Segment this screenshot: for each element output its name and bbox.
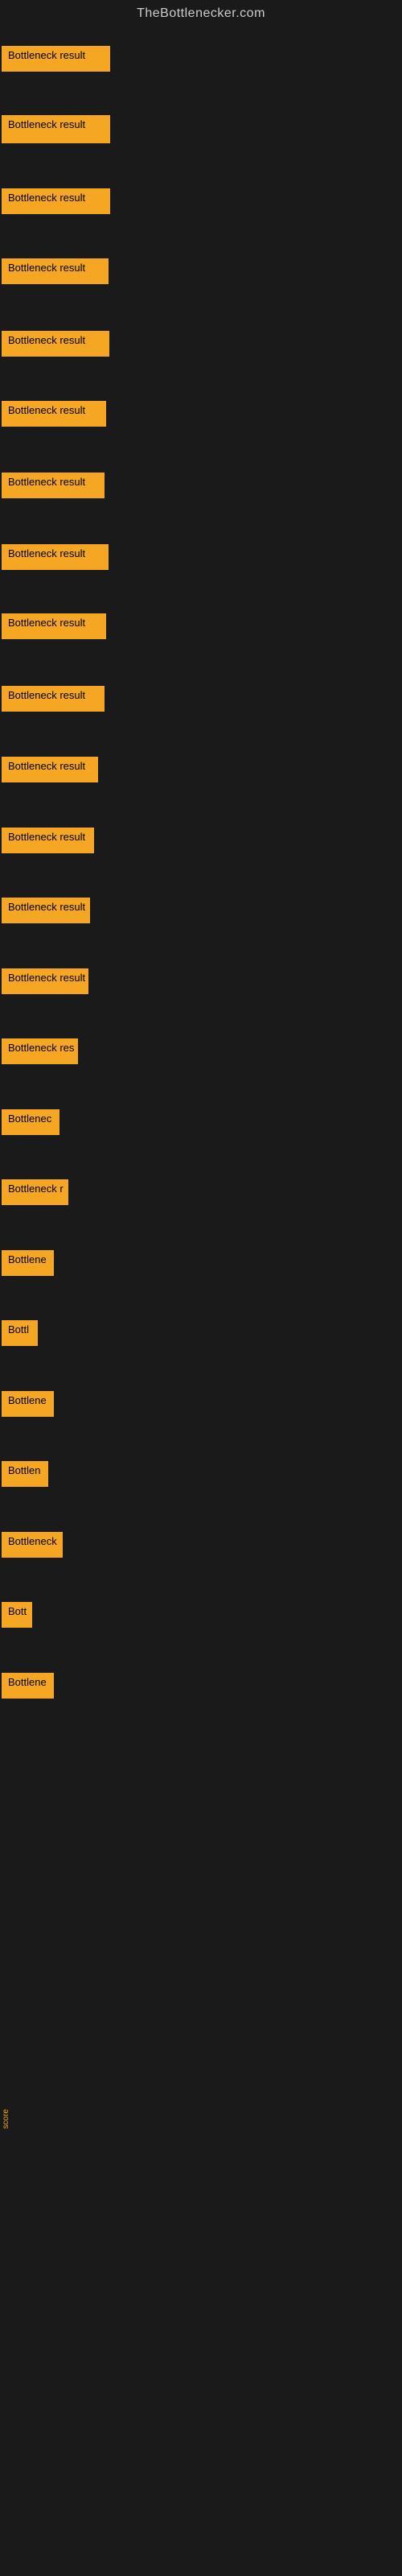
bottleneck-result-4[interactable]: Bottleneck result <box>2 258 109 284</box>
bottleneck-result-11[interactable]: Bottleneck result <box>2 757 98 782</box>
bottleneck-result-20[interactable]: Bottlene <box>2 1391 54 1417</box>
bottleneck-result-8[interactable]: Bottleneck result <box>2 544 109 570</box>
bottleneck-result-15[interactable]: Bottleneck res <box>2 1038 78 1064</box>
bottleneck-result-5[interactable]: Bottleneck result <box>2 331 109 357</box>
bottleneck-result-13[interactable]: Bottleneck result <box>2 898 90 923</box>
bottleneck-result-2[interactable]: Bottleneck result <box>2 115 110 143</box>
bottleneck-result-14[interactable]: Bottleneck result <box>2 968 88 994</box>
bottleneck-result-19[interactable]: Bottl <box>2 1320 38 1346</box>
bottleneck-result-16[interactable]: Bottlenec <box>2 1109 59 1135</box>
bottleneck-result-9[interactable]: Bottleneck result <box>2 613 106 639</box>
bottleneck-result-10[interactable]: Bottleneck result <box>2 686 105 712</box>
bottleneck-result-1[interactable]: Bottleneck result <box>2 46 110 72</box>
bottleneck-result-23[interactable]: Bott <box>2 1602 32 1628</box>
bottleneck-result-7[interactable]: Bottleneck result <box>2 473 105 498</box>
bottleneck-result-6[interactable]: Bottleneck result <box>2 401 106 427</box>
bottleneck-result-12[interactable]: Bottleneck result <box>2 828 94 853</box>
bottleneck-result-24[interactable]: Bottlene <box>2 1673 54 1699</box>
bottleneck-result-22[interactable]: Bottleneck <box>2 1532 63 1558</box>
bottleneck-result-17[interactable]: Bottleneck r <box>2 1179 68 1205</box>
bottleneck-result-18[interactable]: Bottlene <box>2 1250 54 1276</box>
site-title: TheBottlenecker.com <box>0 0 402 27</box>
score-label: score <box>2 2109 10 2128</box>
bottleneck-result-21[interactable]: Bottlen <box>2 1461 48 1487</box>
bottleneck-result-3[interactable]: Bottleneck result <box>2 188 110 214</box>
